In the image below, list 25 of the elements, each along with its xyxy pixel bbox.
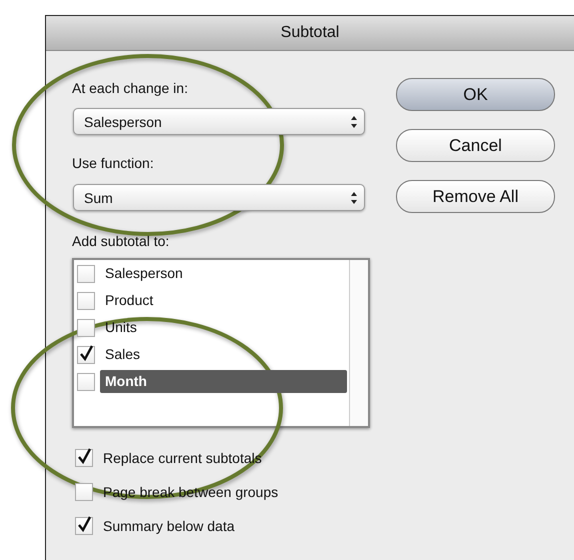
field-label: Add subtotal to: xyxy=(72,232,170,251)
checkbox[interactable] xyxy=(75,449,93,467)
checkbox[interactable] xyxy=(77,264,95,282)
checkbox[interactable] xyxy=(75,483,93,501)
checkbox[interactable] xyxy=(77,292,95,310)
field-label: Use function: xyxy=(72,154,154,173)
list-item[interactable]: Sales xyxy=(100,343,146,366)
list-item[interactable]: Salesperson xyxy=(100,262,189,285)
checkbox[interactable] xyxy=(77,372,95,390)
popup-menu[interactable]: Salesperson xyxy=(73,108,365,135)
list-item[interactable]: Product xyxy=(100,289,160,312)
checkbox[interactable] xyxy=(75,517,93,535)
dialog-button[interactable]: Remove All xyxy=(396,180,555,213)
dialog-button[interactable]: OK xyxy=(396,78,555,111)
popup-menu[interactable]: Sum xyxy=(73,184,365,211)
checkbox[interactable] xyxy=(77,318,95,336)
list-item[interactable]: Month xyxy=(100,370,347,393)
checkbox[interactable] xyxy=(77,346,95,364)
field-label: At each change in: xyxy=(72,79,188,98)
checkbox-label: Summary below data xyxy=(103,518,235,534)
stepper-icon xyxy=(350,114,358,128)
window-title: Subtotal xyxy=(280,24,340,42)
list-item[interactable]: Units xyxy=(100,316,143,339)
dialog-button[interactable]: Cancel xyxy=(396,129,555,162)
stepper-icon xyxy=(350,190,358,204)
